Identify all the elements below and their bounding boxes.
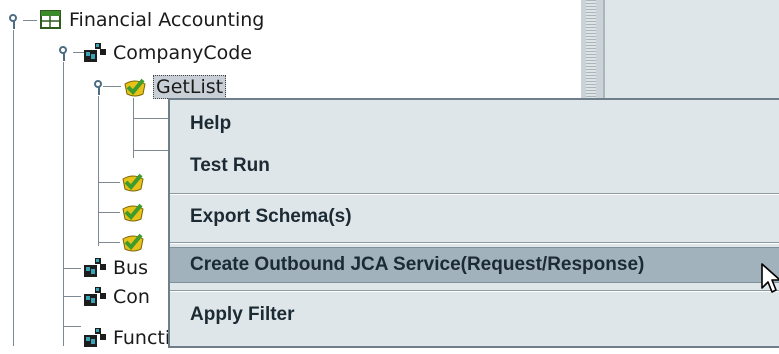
tree-handle-icon[interactable] bbox=[59, 46, 70, 61]
tree-node-business-object[interactable]: Con bbox=[83, 285, 150, 309]
tree-node-label: CompanyCode bbox=[113, 42, 253, 64]
tree-handle-icon[interactable] bbox=[9, 14, 20, 29]
menu-separator bbox=[170, 242, 779, 244]
business-object-icon bbox=[83, 42, 107, 64]
tree-node-root[interactable]: Financial Accounting bbox=[39, 8, 264, 32]
tree-line bbox=[63, 268, 81, 269]
tree-handle-icon[interactable] bbox=[94, 80, 105, 95]
tree-node-method[interactable] bbox=[121, 230, 145, 254]
method-check-icon bbox=[123, 76, 147, 98]
tree-line bbox=[98, 182, 120, 183]
tree-line bbox=[103, 86, 121, 87]
method-check-icon bbox=[121, 201, 145, 223]
tree-line bbox=[133, 98, 134, 158]
tree-node-business-object[interactable]: Bus bbox=[83, 256, 148, 280]
tree-line bbox=[63, 296, 81, 297]
tree-line bbox=[98, 96, 99, 246]
tree-node-label: Bus bbox=[113, 257, 148, 279]
menu-separator bbox=[170, 290, 779, 292]
business-object-icon bbox=[83, 257, 107, 279]
menu-item-create-outbound-jca-service[interactable]: Create Outbound JCA Service(Request/Resp… bbox=[170, 247, 779, 283]
tree-line bbox=[13, 30, 14, 346]
tree-node-label: Financial Accounting bbox=[69, 9, 265, 31]
pointer-cursor-icon bbox=[761, 263, 779, 293]
method-check-icon bbox=[121, 171, 145, 193]
tree-node-getlist[interactable]: GetList bbox=[123, 75, 227, 99]
menu-item-help[interactable]: Help bbox=[170, 106, 779, 142]
table-icon bbox=[39, 9, 63, 31]
tree-node-method[interactable] bbox=[121, 200, 145, 224]
tree-node-companycode[interactable]: CompanyCode bbox=[83, 41, 252, 65]
menu-separator bbox=[170, 193, 779, 195]
method-check-icon bbox=[121, 231, 145, 253]
tree-line bbox=[98, 212, 120, 213]
menu-item-apply-filter[interactable]: Apply Filter bbox=[170, 297, 779, 333]
context-menu: Help Test Run Export Schema(s) Create Ou… bbox=[168, 98, 779, 348]
tree-line bbox=[133, 150, 168, 151]
tree-line bbox=[23, 20, 37, 21]
tree-line bbox=[133, 118, 168, 119]
tree-node-method[interactable] bbox=[121, 170, 145, 194]
tree-node-label: GetList bbox=[153, 75, 227, 99]
tree-line bbox=[63, 62, 64, 346]
menu-item-export-schema[interactable]: Export Schema(s) bbox=[170, 199, 779, 235]
menu-item-test-run[interactable]: Test Run bbox=[170, 148, 779, 184]
tree-node-label: Con bbox=[113, 286, 150, 308]
tree-line bbox=[63, 326, 81, 327]
business-object-icon bbox=[83, 286, 107, 308]
tree-line bbox=[98, 242, 120, 243]
